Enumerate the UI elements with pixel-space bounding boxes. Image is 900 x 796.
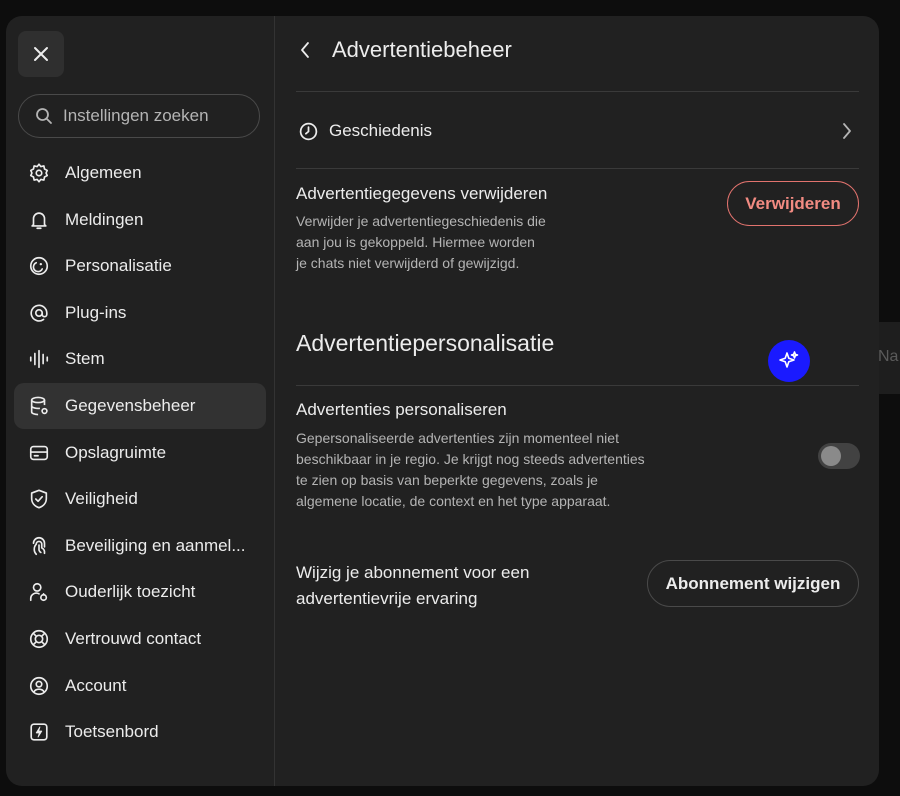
sidebar-item-label: Algemeen xyxy=(65,163,142,182)
at-sign-icon xyxy=(28,302,50,324)
sidebar-item-label: Ouderlijk toezicht xyxy=(65,582,196,602)
storage-icon xyxy=(28,442,50,464)
background-chip-text: Na xyxy=(878,348,899,365)
sidebar-item-label: Account xyxy=(65,675,127,695)
sidebar-item-ouderlijk-toezicht[interactable]: Ouderlijk toezicht xyxy=(14,569,266,615)
sidebar-item-personalisatie[interactable]: Personalisatie xyxy=(14,243,266,289)
sidebar-item-gegevensbeheer[interactable]: Gegevensbeheer xyxy=(14,382,266,429)
history-row[interactable]: Geschiedenis xyxy=(296,116,859,146)
divider xyxy=(296,385,859,386)
divider xyxy=(296,168,859,169)
close-icon xyxy=(34,47,48,61)
content-header: Advertentiebeheer xyxy=(296,32,512,68)
chevron-left-icon xyxy=(301,42,309,58)
sidebar-item-label: Veiligheid xyxy=(65,489,138,509)
keyboard-icon xyxy=(28,721,50,743)
delete-ad-data-description: Verwijder je advertentiegeschiedenis die… xyxy=(296,211,546,274)
sidebar-item-toetsenbord[interactable]: Toetsenbord xyxy=(14,709,266,755)
personalize-ads-title: Advertenties personaliseren xyxy=(296,400,507,419)
user-circle-icon xyxy=(28,675,50,697)
chevron-right-icon xyxy=(841,122,853,145)
sidebar-item-label: Gegevensbeheer xyxy=(65,395,196,415)
description-line: je chats niet verwijderd of gewijzigd. xyxy=(296,255,520,271)
sidebar-item-opslagruimte[interactable]: Opslagruimte xyxy=(14,430,266,476)
settings-nav: Algemeen Meldingen Personalisatie Plug-i… xyxy=(14,150,266,756)
sidebar-item-veiligheid[interactable]: Veiligheid xyxy=(14,476,266,522)
sidebar-item-algemeen[interactable]: Algemeen xyxy=(14,150,266,196)
personalize-ads-description: Gepersonaliseerde advertenties zijn mome… xyxy=(296,428,645,512)
lifebuoy-icon xyxy=(28,628,50,650)
description-line: aan jou is gekoppeld. Hiermee worden xyxy=(296,234,535,250)
divider xyxy=(296,91,859,92)
delete-button[interactable]: Verwijderen xyxy=(727,181,859,226)
description-line: algemene locatie, de context en het type… xyxy=(296,493,611,509)
sidebar-item-label: Vertrouwd contact xyxy=(65,628,202,648)
sidebar-item-label: Meldingen xyxy=(65,209,144,229)
description-line: Gepersonaliseerde advertenties zijn mome… xyxy=(296,430,619,446)
search-input[interactable] xyxy=(63,106,253,126)
sidebar-item-plug-ins[interactable]: Plug-ins xyxy=(14,290,266,336)
sidebar-item-beveiliging[interactable]: Beveiliging en aanmel... xyxy=(14,523,266,569)
sidebar-item-label: Stem xyxy=(65,349,105,369)
ad-free-title-line: Wijzig je abonnement voor een xyxy=(296,563,530,582)
parental-icon xyxy=(28,581,50,603)
sidebar-item-stem[interactable]: Stem xyxy=(14,336,266,382)
gear-icon xyxy=(28,162,50,184)
history-label: Geschiedenis xyxy=(329,121,433,140)
description-line: te zien op basis van beperkte gegevens, … xyxy=(296,472,598,488)
sidebar-item-label: Opslagruimte xyxy=(65,442,167,462)
close-button[interactable] xyxy=(18,31,64,77)
search-icon xyxy=(35,107,53,125)
sidebar-item-label: Personalisatie xyxy=(65,256,172,276)
waveform-icon xyxy=(28,348,50,370)
ad-free-title: Wijzig je abonnement voor een advertenti… xyxy=(296,560,529,612)
clock-icon xyxy=(298,121,319,142)
bell-icon xyxy=(28,209,50,231)
sidebar-item-vertrouwd-contact[interactable]: Vertrouwd contact xyxy=(14,616,266,662)
settings-sidebar: Algemeen Meldingen xyxy=(6,16,275,786)
sidebar-item-label: Beveiliging en aanmel... xyxy=(65,535,246,555)
sidebar-item-label: Toetsenbord xyxy=(65,722,159,742)
back-button[interactable] xyxy=(298,40,318,60)
shield-icon xyxy=(28,488,50,510)
description-line: beschikbaar in je regio. Je krijgt nog s… xyxy=(296,451,645,467)
toggle-knob xyxy=(821,446,841,466)
settings-content: Advertentiebeheer Geschiedenis Advertent… xyxy=(296,16,860,786)
personalization-icon xyxy=(28,255,50,277)
sidebar-item-label: Plug-ins xyxy=(65,302,127,322)
sidebar-item-meldingen[interactable]: Meldingen xyxy=(14,197,266,243)
page-title: Advertentiebeheer xyxy=(332,37,512,62)
change-subscription-button[interactable]: Abonnement wijzigen xyxy=(647,560,859,607)
database-icon xyxy=(28,395,50,417)
section-title: Advertentiepersonalisatie xyxy=(296,330,555,356)
personalize-ads-toggle[interactable] xyxy=(818,443,860,469)
sidebar-item-account[interactable]: Account xyxy=(14,663,266,709)
sparkle-icon xyxy=(779,351,799,368)
search-field[interactable] xyxy=(18,94,260,138)
ai-sparkle-button[interactable] xyxy=(768,340,810,382)
description-line: Verwijder je advertentiegeschiedenis die xyxy=(296,213,546,229)
delete-ad-data-title: Advertentiegegevens verwijderen xyxy=(296,184,548,203)
ad-free-title-line: advertentievrije ervaring xyxy=(296,589,478,608)
fingerprint-icon xyxy=(28,535,50,557)
settings-modal: Algemeen Meldingen xyxy=(6,16,879,786)
